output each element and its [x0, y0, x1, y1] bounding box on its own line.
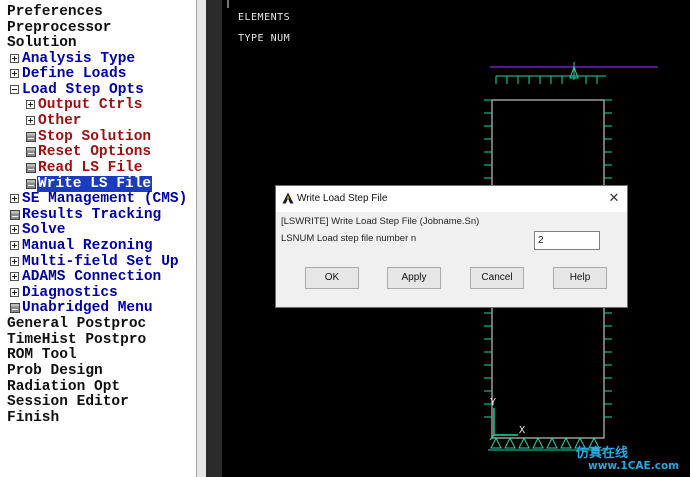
write-load-step-file-dialog: Write Load Step File ✕ [LSWRITE] Write L…: [275, 185, 628, 308]
viewport-label-elements: ELEMENTS: [238, 12, 291, 23]
ok-button[interactable]: OK: [305, 267, 359, 289]
tree-item-session-editor[interactable]: Session Editor: [6, 395, 130, 410]
collapse-minus-icon[interactable]: [10, 85, 19, 94]
tree-item-prob-design[interactable]: Prob Design: [6, 364, 104, 379]
tree-item-label: Manual Rezoning: [22, 238, 153, 254]
tree-item-adams-connection[interactable]: ADAMS Connection: [10, 270, 162, 285]
tree-item-preprocessor[interactable]: Preprocessor: [6, 21, 112, 36]
watermark-site: www.1CAE.com: [588, 460, 680, 472]
expand-plus-icon[interactable]: [26, 116, 35, 125]
tree-item-unabridged-menu[interactable]: Unabridged Menu: [10, 301, 154, 316]
help-button[interactable]: Help: [553, 267, 607, 289]
tree-item-label: Preferences: [7, 4, 103, 20]
tree-item-label: Prob Design: [7, 363, 103, 379]
close-icon[interactable]: ✕: [607, 190, 621, 206]
axis-x-label: X: [519, 425, 525, 436]
command-icon: [26, 147, 36, 157]
expand-plus-icon[interactable]: [10, 54, 19, 63]
tree-item-label: Solve: [22, 222, 66, 238]
tree-item-label: Solution: [7, 35, 77, 51]
tree-item-results-tracking[interactable]: Results Tracking: [10, 208, 162, 223]
tree-item-solution[interactable]: Solution: [6, 36, 78, 51]
command-icon: [26, 132, 36, 142]
ansys-logo-icon: [282, 192, 294, 204]
main-menu-tree: Preferences Preprocessor Solution Analys…: [0, 0, 206, 477]
tree-item-output-ctrls[interactable]: Output Ctrls: [26, 98, 143, 113]
tree-item-preferences[interactable]: Preferences: [6, 5, 104, 20]
tree-item-solve[interactable]: Solve: [10, 223, 67, 238]
lsnum-label: LSNUM Load step file number n: [281, 233, 417, 244]
tree-item-finish[interactable]: Finish: [6, 411, 60, 426]
dialog-command-line: [LSWRITE] Write Load Step File (Jobname.…: [281, 216, 480, 227]
tree-item-load-step-opts[interactable]: Load Step Opts: [10, 83, 145, 98]
tree-item-radiation-opt[interactable]: Radiation Opt: [6, 380, 121, 395]
tree-item-label: ADAMS Connection: [22, 269, 162, 285]
tree-item-label: Define Loads: [22, 66, 127, 82]
tree-item-label: ROM Tool: [7, 347, 77, 363]
tree-item-general-postproc[interactable]: General Postproc: [6, 317, 147, 332]
axis-y-label: Y: [490, 397, 496, 408]
expand-plus-icon[interactable]: [10, 69, 19, 78]
viewport-left-strip: [206, 0, 222, 477]
command-icon: [26, 163, 36, 173]
expand-plus-icon[interactable]: [10, 194, 19, 203]
tree-item-label: Multi-field Set Up: [22, 254, 179, 270]
apply-button[interactable]: Apply: [387, 267, 441, 289]
tree-item-reset-options[interactable]: Reset Options: [26, 145, 152, 160]
tree-item-label: Analysis Type: [22, 51, 136, 67]
tree-item-label: Radiation Opt: [7, 379, 121, 395]
tree-item-label: Finish: [7, 410, 60, 426]
tree-item-other[interactable]: Other: [26, 114, 83, 129]
top-support-icon: [569, 62, 579, 80]
tree-item-multi-field-set-up[interactable]: Multi-field Set Up: [10, 255, 180, 270]
command-icon: [10, 210, 20, 220]
tree-item-se-management[interactable]: SE Management (CMS): [10, 192, 188, 207]
viewport-label-type-num: TYPE NUM: [238, 33, 291, 44]
tree-item-label: Other: [38, 113, 82, 129]
tree-item-label: Preprocessor: [7, 20, 112, 36]
tree-item-write-ls-file[interactable]: Write LS File: [26, 176, 153, 192]
coordinate-triad-icon: [489, 408, 518, 441]
expand-plus-icon[interactable]: [10, 257, 19, 266]
tree-item-label: General Postproc: [7, 316, 147, 332]
tree-item-label: Reset Options: [38, 144, 152, 160]
tree-item-label: Session Editor: [7, 394, 129, 410]
tree-item-manual-rezoning[interactable]: Manual Rezoning: [10, 239, 154, 254]
expand-plus-icon[interactable]: [10, 272, 19, 281]
expand-plus-icon[interactable]: [10, 225, 19, 234]
command-icon: [26, 179, 36, 189]
tree-item-label: Output Ctrls: [38, 97, 143, 113]
tree-item-label: Diagnostics: [22, 285, 118, 301]
tree-item-label: SE Management (CMS): [22, 191, 188, 207]
expand-plus-icon[interactable]: [10, 288, 19, 297]
tree-item-diagnostics[interactable]: Diagnostics: [10, 286, 119, 301]
expand-plus-icon[interactable]: [26, 100, 35, 109]
tree-item-label: Unabridged Menu: [22, 300, 153, 316]
tree-item-read-ls-file[interactable]: Read LS File: [26, 161, 143, 176]
expand-plus-icon[interactable]: [10, 241, 19, 250]
command-icon: [10, 303, 20, 313]
dialog-titlebar[interactable]: Write Load Step File ✕: [276, 186, 627, 212]
tree-item-analysis-type[interactable]: Analysis Type: [10, 52, 136, 67]
tree-item-define-loads[interactable]: Define Loads: [10, 67, 127, 82]
dialog-title: Write Load Step File: [297, 193, 388, 204]
tree-item-label: Write LS File: [37, 176, 153, 192]
tree-item-timehist-postpro[interactable]: TimeHist Postpro: [6, 333, 147, 348]
tree-item-label: Stop Solution: [38, 129, 152, 145]
tree-scrollbar[interactable]: [196, 0, 206, 477]
top-hatch: [495, 75, 606, 84]
watermark-text: 仿真在线: [576, 446, 629, 461]
tree-item-label: Read LS File: [38, 160, 143, 176]
cancel-button[interactable]: Cancel: [470, 267, 524, 289]
tree-item-label: TimeHist Postpro: [7, 332, 147, 348]
tree-item-stop-solution[interactable]: Stop Solution: [26, 130, 152, 145]
tree-item-label: Load Step Opts: [22, 82, 144, 98]
tree-item-rom-tool[interactable]: ROM Tool: [6, 348, 78, 363]
tree-item-label: Results Tracking: [22, 207, 162, 223]
lsnum-input[interactable]: 2: [534, 231, 600, 250]
